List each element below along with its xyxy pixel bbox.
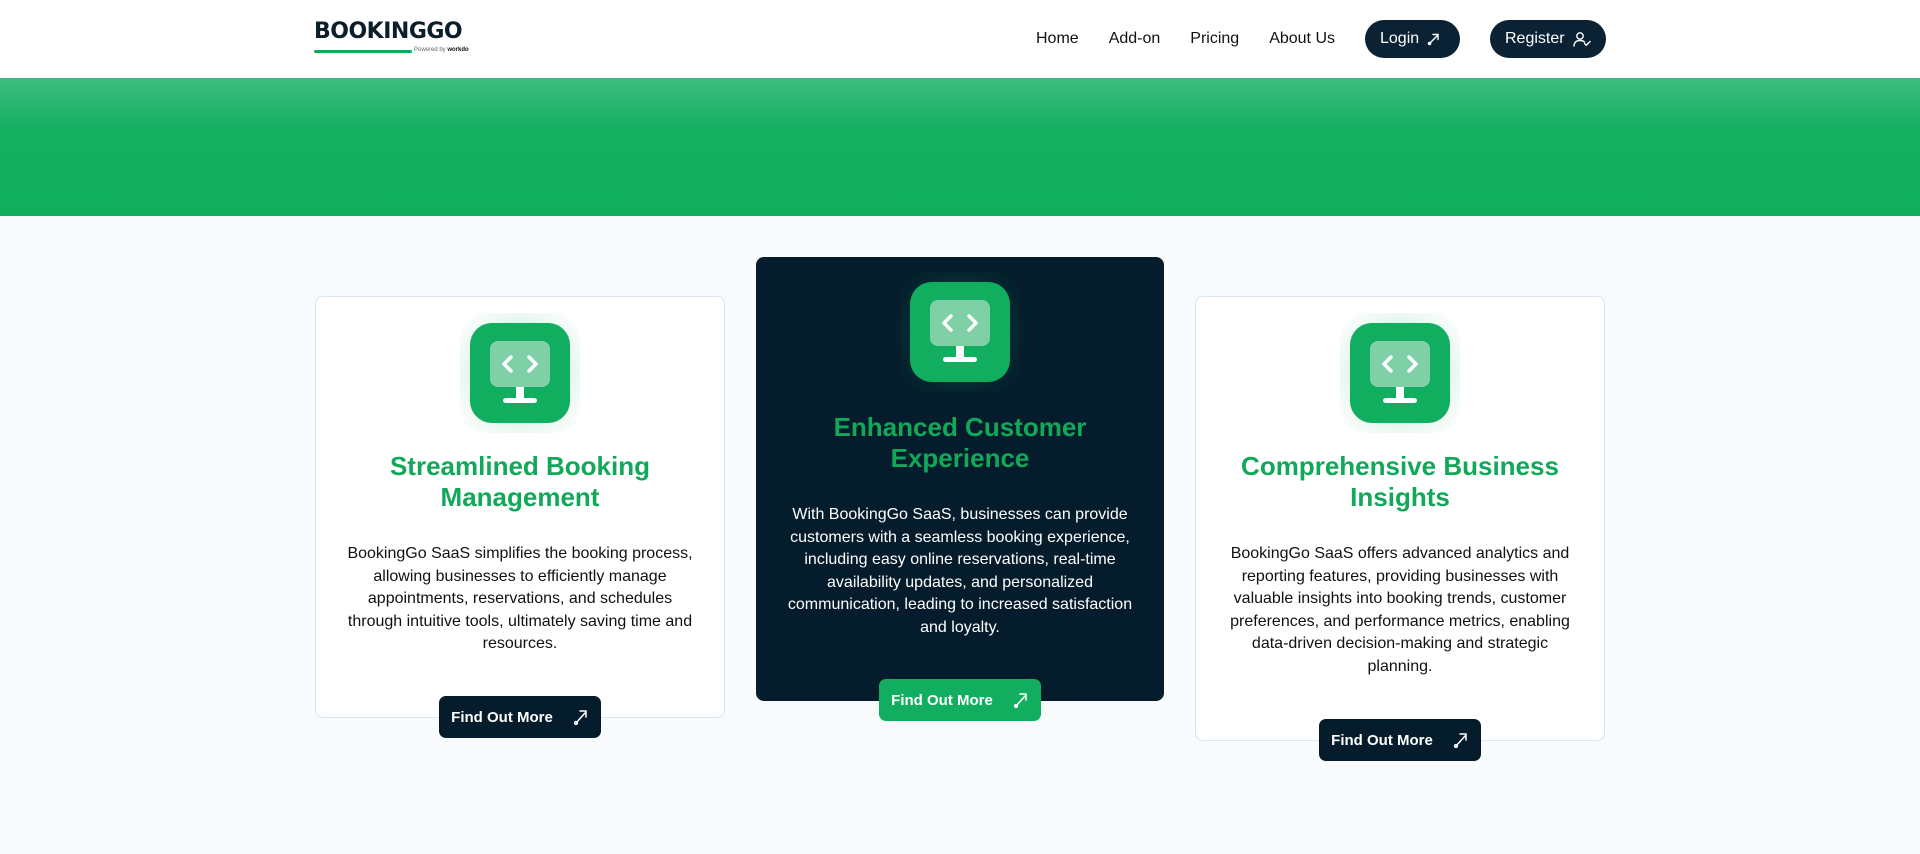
feature-card-business-insights: Comprehensive Business Insights BookingG… — [1195, 296, 1605, 741]
logo-sub-brand: workdo — [447, 47, 469, 53]
feature-icon-glow — [460, 313, 580, 433]
find-out-more-button[interactable]: Find Out More — [1319, 719, 1481, 761]
arrow-up-right-icon — [573, 710, 587, 726]
login-label: Login — [1380, 30, 1420, 47]
hero-band — [0, 78, 1920, 216]
find-out-more-label: Find Out More — [1331, 731, 1433, 749]
feature-title: Enhanced Customer Experience — [833, 412, 1087, 473]
feature-card-streamlined-booking: Streamlined Booking Management BookingGo… — [315, 296, 725, 718]
feature-description: BookingGo SaaS offers advanced analytics… — [1230, 545, 1570, 675]
nav-link-pricing[interactable]: Pricing — [1190, 20, 1239, 58]
register-button[interactable]: Register — [1490, 20, 1606, 58]
logo-sub-prefix: Powered by — [414, 47, 446, 53]
feature-title: Streamlined Booking Management — [389, 451, 651, 512]
feature-icon-glow — [900, 272, 1020, 392]
arrow-up-right-icon — [1427, 33, 1439, 46]
register-label: Register — [1505, 30, 1565, 47]
find-out-more-label: Find Out More — [451, 708, 553, 726]
logo-powered-by: Powered by workdo — [414, 47, 469, 53]
logo-underline — [314, 50, 412, 53]
feature-icon-glow — [1340, 313, 1460, 433]
login-button[interactable]: Login — [1365, 20, 1460, 58]
find-out-more-label: Find Out More — [891, 691, 993, 709]
monitor-code-icon — [910, 282, 1010, 382]
main-nav: Home Add-on Pricing About Us Login Regis… — [1036, 20, 1606, 58]
feature-description: BookingGo SaaS simplifies the booking pr… — [347, 545, 693, 652]
arrow-up-right-icon — [1453, 733, 1467, 749]
feature-description: With BookingGo SaaS, businesses can prov… — [787, 506, 1133, 636]
find-out-more-button[interactable]: Find Out More — [879, 679, 1041, 721]
nav-link-home[interactable]: Home — [1036, 20, 1079, 58]
nav-link-about-us[interactable]: About Us — [1269, 20, 1335, 58]
brand-logo[interactable]: BOOKINGGO Powered by workdo — [314, 19, 469, 56]
feature-title: Comprehensive Business Insights — [1241, 451, 1559, 512]
feature-card-customer-experience: Enhanced Customer Experience With Bookin… — [756, 257, 1164, 701]
arrow-up-right-icon — [1013, 693, 1027, 709]
monitor-code-icon — [470, 323, 570, 423]
find-out-more-button[interactable]: Find Out More — [439, 696, 601, 738]
logo-wordmark: BOOKINGGO — [314, 19, 463, 44]
monitor-code-icon — [1350, 323, 1450, 423]
user-check-icon — [1572, 32, 1591, 47]
site-header: BOOKINGGO Powered by workdo Home Add-on … — [0, 0, 1920, 78]
nav-link-add-on[interactable]: Add-on — [1109, 20, 1161, 58]
